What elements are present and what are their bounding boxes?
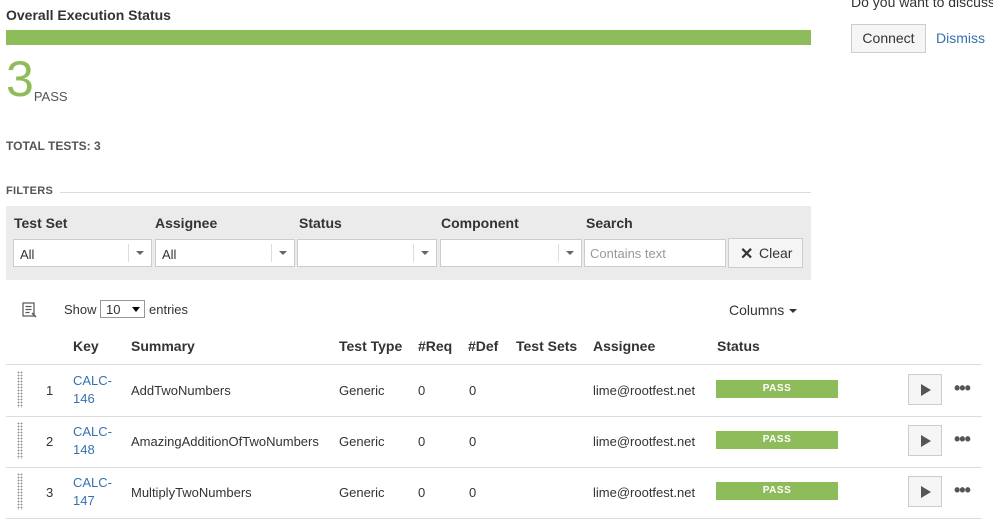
list-icon[interactable]	[21, 302, 37, 318]
test-key-link[interactable]: CALC- 147	[73, 474, 118, 510]
chevron-down-icon	[413, 244, 436, 262]
req-count: 0	[418, 383, 426, 398]
connect-button[interactable]: Connect	[851, 24, 926, 53]
chevron-down-icon	[128, 244, 151, 262]
column-header-test-sets[interactable]: Test Sets	[516, 338, 577, 354]
discuss-prompt: Do you want to discuss	[851, 0, 993, 10]
columns-dropdown-button[interactable]: Columns	[729, 302, 798, 318]
test-key-number: 148	[73, 442, 95, 457]
filter-search-label: Search	[586, 215, 633, 231]
chevron-down-icon	[558, 244, 581, 262]
execution-progress-bar	[6, 30, 811, 45]
column-header-status[interactable]: Status	[717, 338, 760, 354]
req-count: 0	[418, 434, 426, 449]
entries-per-page-select[interactable]: 10	[100, 300, 145, 318]
filters-divider	[60, 192, 811, 193]
table-row: 3 CALC- 147 MultiplyTwoNumbers Generic 0…	[6, 467, 982, 519]
pass-count-summary: 3PASS	[6, 52, 68, 106]
test-set-select[interactable]: All	[13, 239, 152, 267]
drag-handle-icon[interactable]	[17, 473, 23, 510]
test-key-link[interactable]: CALC- 148	[73, 423, 118, 459]
more-icon[interactable]: •••	[954, 480, 971, 501]
entries-value: 10	[106, 302, 121, 317]
summary-link[interactable]: MultiplyTwoNumbers	[131, 485, 252, 500]
assignee-link[interactable]: lime@rootfest.net	[593, 434, 695, 449]
columns-label: Columns	[729, 302, 785, 318]
test-key-number: 146	[73, 391, 95, 406]
column-header-key[interactable]: Key	[73, 338, 99, 354]
search-input[interactable]	[584, 239, 726, 267]
play-icon[interactable]	[908, 476, 942, 507]
row-index: 1	[46, 383, 54, 398]
chevron-down-icon	[132, 307, 140, 312]
test-key-prefix: CALC-	[73, 424, 113, 439]
test-key-link[interactable]: CALC- 146	[73, 372, 118, 408]
more-icon[interactable]: •••	[954, 429, 971, 450]
status-badge: PASS	[716, 482, 838, 500]
filter-status-label: Status	[299, 215, 342, 231]
test-set-value: All	[20, 247, 35, 262]
show-label: Show	[64, 302, 97, 317]
column-header-test-type[interactable]: Test Type	[339, 338, 402, 354]
test-key-prefix: CALC-	[73, 373, 113, 388]
chevron-down-icon	[789, 309, 798, 314]
row-index: 2	[46, 434, 54, 449]
pass-count-label: PASS	[33, 89, 68, 104]
status-badge: PASS	[716, 431, 838, 449]
clear-button-label: Clear	[759, 245, 793, 261]
table-row: 1 CALC- 146 AddTwoNumbers Generic 0 0 li…	[6, 365, 982, 417]
close-icon: ✕	[740, 246, 754, 263]
test-type: Generic	[339, 434, 385, 449]
column-header-req[interactable]: #Req	[418, 338, 452, 354]
assignee-value: All	[162, 247, 177, 262]
test-type: Generic	[339, 485, 385, 500]
column-header-assignee[interactable]: Assignee	[593, 338, 655, 354]
play-icon[interactable]	[908, 425, 942, 456]
filters-title: FILTERS	[6, 185, 54, 197]
component-select[interactable]	[440, 239, 582, 267]
def-count: 0	[469, 383, 477, 398]
test-type: Generic	[339, 383, 385, 398]
assignee-link[interactable]: lime@rootfest.net	[593, 383, 695, 398]
overall-execution-title: Overall Execution Status	[6, 7, 171, 23]
assignee-select[interactable]: All	[155, 239, 295, 267]
filter-panel: Test Set Assignee Status Component Searc…	[6, 206, 811, 280]
clear-filters-button[interactable]: ✕ Clear	[728, 238, 803, 268]
dismiss-link[interactable]: Dismiss	[936, 30, 985, 46]
table-row: 2 CALC- 148 AmazingAdditionOfTwoNumbers …	[6, 416, 982, 468]
def-count: 0	[469, 434, 477, 449]
filter-component-label: Component	[441, 215, 519, 231]
column-header-def[interactable]: #Def	[468, 338, 498, 354]
chevron-down-icon	[271, 244, 294, 262]
summary-link[interactable]: AddTwoNumbers	[131, 383, 231, 398]
status-badge: PASS	[716, 380, 838, 398]
req-count: 0	[418, 485, 426, 500]
test-key-prefix: CALC-	[73, 475, 113, 490]
drag-handle-icon[interactable]	[17, 422, 23, 459]
filter-assignee-label: Assignee	[155, 215, 218, 231]
entries-label: entries	[149, 302, 189, 317]
total-tests: TOTAL TESTS: 3	[6, 139, 101, 153]
status-select[interactable]	[297, 239, 437, 267]
test-key-number: 147	[73, 493, 95, 508]
pass-count-number: 3	[6, 51, 34, 107]
def-count: 0	[469, 485, 477, 500]
row-index: 3	[46, 485, 54, 500]
play-icon[interactable]	[908, 374, 942, 405]
filter-test-set-label: Test Set	[14, 215, 68, 231]
column-header-summary[interactable]: Summary	[131, 338, 195, 354]
assignee-link[interactable]: lime@rootfest.net	[593, 485, 695, 500]
more-icon[interactable]: •••	[954, 378, 971, 399]
drag-handle-icon[interactable]	[17, 371, 23, 408]
summary-link[interactable]: AmazingAdditionOfTwoNumbers	[131, 434, 319, 449]
